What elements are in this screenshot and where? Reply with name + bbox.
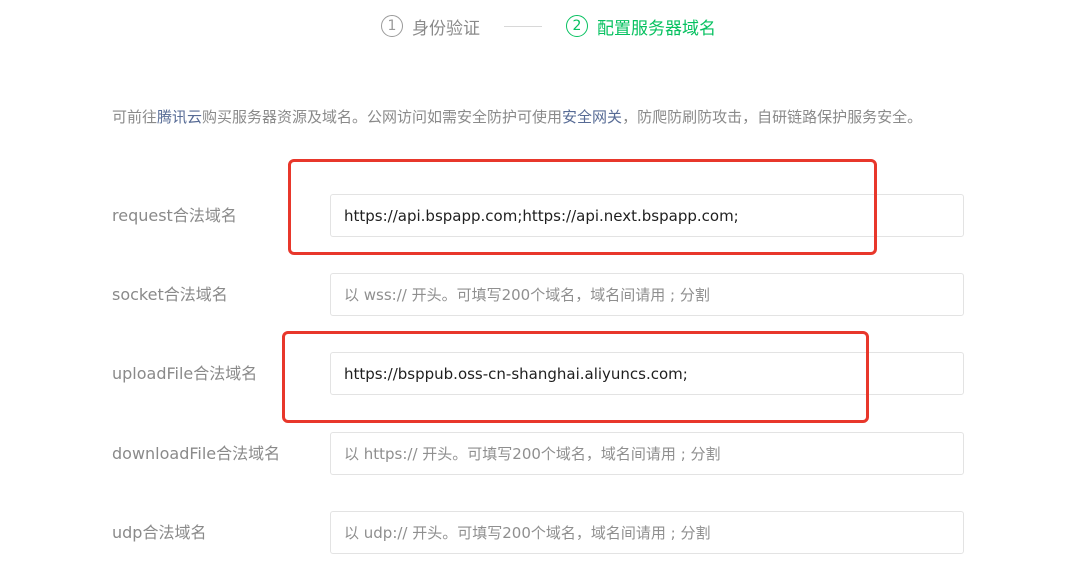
socket-domain-row: socket合法域名 (112, 273, 964, 316)
request-domain-label: request合法域名 (112, 206, 237, 225)
intro-text-middle: 购买服务器资源及域名。公网访问如需安全防护可使用 (202, 108, 563, 126)
request-domain-input[interactable] (330, 194, 964, 237)
security-gateway-link[interactable]: 安全网关 (562, 108, 622, 126)
udp-domain-input[interactable] (330, 511, 964, 554)
request-domain-row: request合法域名 (112, 194, 964, 237)
tencent-cloud-link[interactable]: 腾讯云 (157, 108, 202, 126)
step-number-2: 2 (566, 15, 588, 37)
step-configure-server-domain: 2 配置服务器域名 (566, 14, 716, 39)
stepper: 1 身份验证 2 配置服务器域名 (381, 13, 716, 39)
intro-text-before: 可前往 (112, 108, 158, 126)
step-connector (504, 25, 542, 27)
udp-domain-row: udp合法域名 (112, 511, 964, 554)
socket-domain-input[interactable] (330, 273, 964, 316)
step-identity-verification: 1 身份验证 (381, 14, 480, 39)
download-file-domain-label: downloadFile合法域名 (112, 444, 281, 463)
upload-file-domain-label: uploadFile合法域名 (112, 364, 258, 383)
intro-text: 可前往腾讯云购买服务器资源及域名。公网访问如需安全防护可使用安全网关，防爬防刷防… (112, 102, 974, 132)
download-file-domain-row: downloadFile合法域名 (112, 432, 964, 475)
step-label-identity-verification: 身份验证 (412, 18, 480, 39)
step-number-1: 1 (381, 15, 403, 37)
upload-file-domain-input[interactable] (330, 352, 964, 395)
socket-domain-label: socket合法域名 (112, 285, 228, 304)
udp-domain-label: udp合法域名 (112, 523, 207, 542)
intro-text-after: ，防爬防刷防攻击，自研链路保护服务安全。 (622, 108, 923, 126)
download-file-domain-input[interactable] (330, 432, 964, 475)
upload-file-domain-row: uploadFile合法域名 (112, 352, 964, 395)
step-label-configure-server-domain: 配置服务器域名 (597, 18, 716, 39)
